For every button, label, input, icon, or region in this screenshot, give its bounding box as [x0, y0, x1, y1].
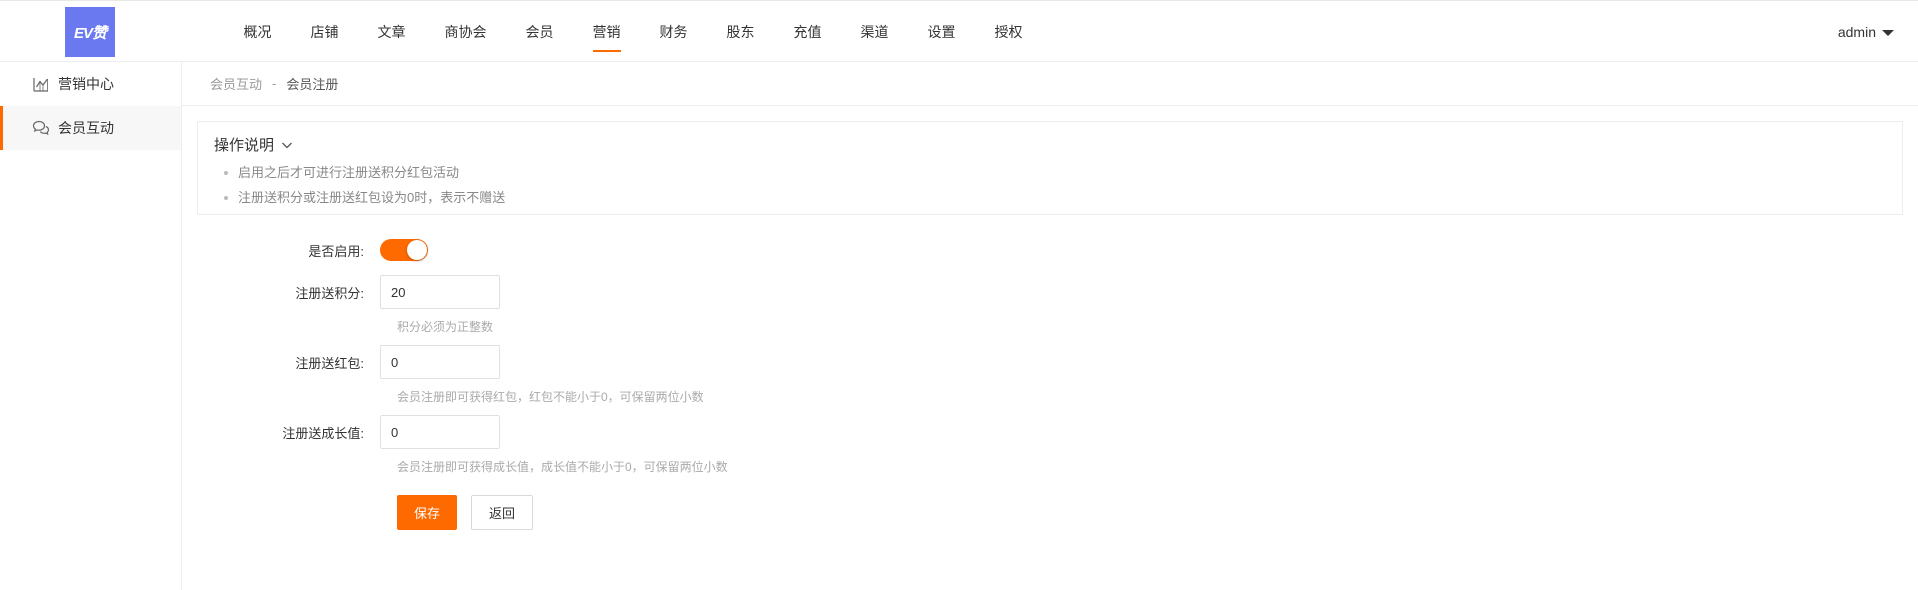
sidebar-item-label: 会员互动 [58, 120, 114, 136]
nav-item-members[interactable]: 会员 [506, 1, 573, 63]
instructions-panel: 操作说明 启用之后才可进行注册送积分红包活动 注册送积分或注册送红包设为0时，表… [197, 121, 1903, 215]
instructions-toggle[interactable]: 操作说明 [214, 134, 1886, 155]
nav-item-shareholders[interactable]: 股东 [707, 1, 774, 63]
chevron-down-icon [282, 142, 292, 148]
growth-hint: 会员注册即可获得成长值，成长值不能小于0，可保留两位小数 [397, 460, 728, 474]
instructions-title: 操作说明 [214, 137, 275, 154]
nav-item-authorization[interactable]: 授权 [975, 1, 1042, 63]
breadcrumb-current: 会员注册 [286, 77, 339, 92]
points-row: 注册送积分: [182, 275, 500, 309]
list-item: 注册送积分或注册送红包设为0时，表示不赠送 [222, 185, 1886, 210]
save-button[interactable]: 保存 [397, 495, 457, 530]
breadcrumb: 会员互动 - 会员注册 [182, 62, 1918, 106]
list-item: 启用之后才可进行注册送积分红包活动 [222, 160, 1886, 185]
redpacket-hint: 会员注册即可获得红包，红包不能小于0，可保留两位小数 [397, 390, 704, 404]
nav-item-articles[interactable]: 文章 [358, 1, 425, 63]
sidebar-item-marketing-center[interactable]: 营销中心 [0, 62, 181, 106]
nav-item-finance[interactable]: 财务 [640, 1, 707, 63]
logo-text: EV赞 [73, 24, 107, 42]
toggle-knob [407, 240, 427, 260]
sidebar-item-label: 营销中心 [58, 76, 114, 92]
nav-item-overview[interactable]: 概况 [224, 1, 291, 63]
growth-input[interactable] [380, 415, 500, 449]
breadcrumb-parent[interactable]: 会员互动 [210, 74, 262, 93]
app-logo[interactable]: EV赞 [65, 7, 115, 57]
redpacket-input[interactable] [380, 345, 500, 379]
growth-row: 注册送成长值: [182, 415, 500, 449]
user-menu[interactable]: admin [1838, 1, 1894, 63]
sidebar: 营销中心 会员互动 [0, 62, 182, 590]
enabled-toggle[interactable] [380, 239, 428, 261]
points-hint: 积分必须为正整数 [397, 320, 494, 334]
growth-label: 注册送成长值: [282, 425, 364, 441]
top-header: EV赞 概况 店铺 文章 商协会 会员 营销 财务 股东 充值 渠道 设置 授权… [0, 0, 1918, 62]
instructions-list: 启用之后才可进行注册送积分红包活动 注册送积分或注册送红包设为0时，表示不赠送 [214, 160, 1886, 210]
points-label: 注册送积分: [295, 285, 364, 301]
sidebar-item-member-interaction[interactable]: 会员互动 [0, 106, 181, 150]
caret-down-icon [1882, 30, 1894, 36]
nav-item-shop[interactable]: 店铺 [291, 1, 358, 63]
enabled-label: 是否启用: [308, 243, 364, 259]
redpacket-label: 注册送红包: [295, 355, 364, 371]
main-nav: 概况 店铺 文章 商协会 会员 营销 财务 股东 充值 渠道 设置 授权 [224, 1, 1042, 63]
nav-item-channels[interactable]: 渠道 [841, 1, 908, 63]
chat-bubbles-icon [32, 120, 50, 136]
back-button[interactable]: 返回 [471, 495, 533, 530]
nav-item-chamber[interactable]: 商协会 [425, 1, 506, 63]
points-input[interactable] [380, 275, 500, 309]
breadcrumb-separator: - [272, 76, 277, 91]
nav-item-marketing[interactable]: 营销 [573, 1, 640, 63]
enabled-row: 是否启用: [182, 237, 428, 263]
user-name: admin [1837, 24, 1876, 40]
redpacket-row: 注册送红包: [182, 345, 500, 379]
nav-item-settings[interactable]: 设置 [908, 1, 975, 63]
chart-line-icon [33, 78, 48, 92]
nav-item-recharge[interactable]: 充值 [774, 1, 841, 63]
